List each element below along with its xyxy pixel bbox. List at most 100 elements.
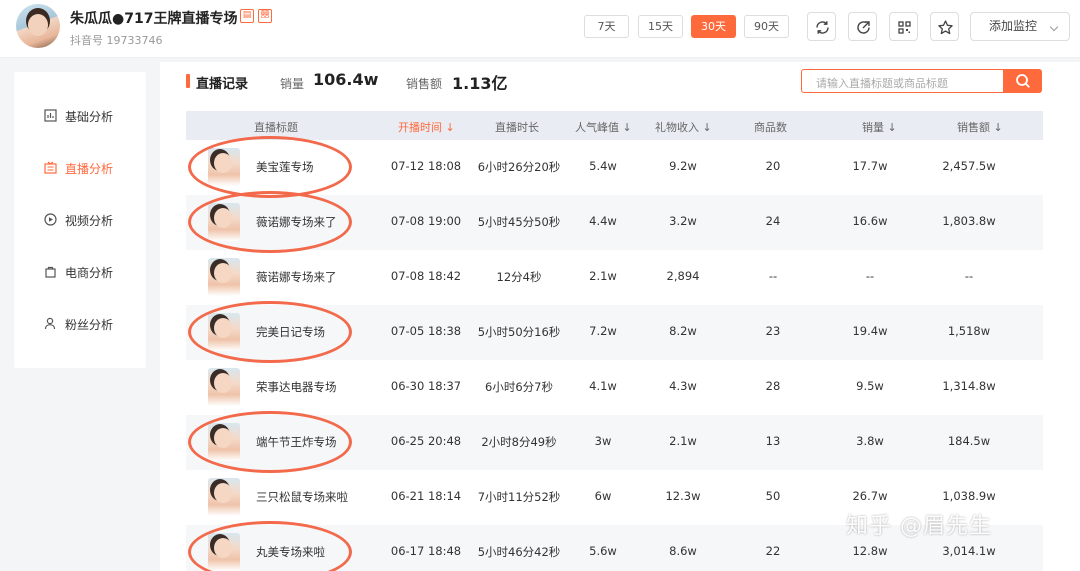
cell-gift-income: 8.2w <box>669 324 697 338</box>
cell-sales: 3.8w <box>856 434 884 448</box>
table-row[interactable]: 美宝莲专场 07-12 18:08 6小时26分20秒 5.4w 9.2w 20 17.7w… <box>186 140 1043 195</box>
live-badge-icon: 囍 <box>258 9 272 23</box>
section-title: 直播记录 <box>196 77 249 92</box>
play-icon <box>44 213 57 226</box>
live-title[interactable]: 端午节王炸专场 <box>256 434 337 450</box>
col-goods[interactable]: 商品数 <box>754 119 787 135</box>
col-revenue[interactable]: 销售额 ↓ <box>957 119 1003 135</box>
share-button[interactable] <box>848 12 877 41</box>
table-row[interactable]: 薇诺娜专场来了 07-08 19:00 5小时45分50秒 4.4w 3.2w 24 16.… <box>186 195 1043 250</box>
sidebar-item-basic[interactable]: 基础分析 <box>14 101 146 131</box>
table-row[interactable]: 薇诺娜专场来了 07-08 18:42 12分4秒 2.1w 2,894 -- -- -- <box>186 250 1043 305</box>
live-title[interactable]: 美宝莲专场 <box>256 159 314 175</box>
douyin-id: 抖音号 19733746 <box>70 34 163 47</box>
range-30d-button[interactable]: 30天 <box>691 15 736 38</box>
live-title[interactable]: 薇诺娜专场来了 <box>256 269 337 285</box>
cell-sales: 16.6w <box>852 214 888 228</box>
live-cover-thumbnail[interactable] <box>208 423 240 461</box>
cell-sales: 9.5w <box>856 379 884 393</box>
live-cover-thumbnail[interactable] <box>208 203 240 241</box>
live-title[interactable]: 完美日记专场 <box>256 324 325 340</box>
cell-revenue: -- <box>964 269 974 283</box>
col-sales[interactable]: 销量 ↓ <box>862 119 897 135</box>
chevron-down-icon <box>1049 22 1059 32</box>
cell-goods-count: 13 <box>765 434 781 448</box>
cell-goods-count: 28 <box>765 379 781 393</box>
revenue-label: 销售额 <box>406 77 443 91</box>
cell-sales: -- <box>865 269 875 283</box>
cell-sales: 17.7w <box>852 159 888 173</box>
streamer-avatar[interactable] <box>16 4 60 48</box>
add-monitor-dropdown[interactable]: 添加监控 <box>970 12 1070 41</box>
live-records-panel: 直播记录 销量 106.4w 销售额 1.13亿 直播标题 开播时间 ↓ 直播时… <box>160 62 1080 571</box>
cell-start-time: 07-12 18:08 <box>390 159 462 173</box>
sales-value: 106.4w <box>313 70 379 89</box>
cell-sales: 26.7w <box>852 489 888 503</box>
table-row[interactable]: 荣事达电器专场 06-30 18:37 6小时6分7秒 4.1w 4.3w 28 9.5w 1… <box>186 360 1043 415</box>
cell-gift-income: 8.6w <box>669 544 697 558</box>
cell-revenue: 2,457.5w <box>942 159 996 173</box>
range-90d-button[interactable]: 90天 <box>744 15 789 38</box>
refresh-button[interactable] <box>807 12 836 41</box>
col-title[interactable]: 直播标题 <box>254 119 298 135</box>
range-7d-button[interactable]: 7天 <box>584 15 629 38</box>
top-header: 朱瓜瓜●717王牌直播专场 ▤ 囍 抖音号 19733746 7天 15天 30… <box>0 0 1080 58</box>
cell-goods-count: 22 <box>765 544 781 558</box>
store-icon: ▤ <box>240 9 254 23</box>
live-cover-thumbnail[interactable] <box>208 313 240 351</box>
cell-start-time: 07-08 19:00 <box>390 214 462 228</box>
search-input[interactable] <box>801 69 1004 93</box>
live-title[interactable]: 丸美专场来啦 <box>256 544 325 560</box>
cell-gift-income: 2,894 <box>666 269 700 283</box>
cell-gift-income: 3.2w <box>669 214 697 228</box>
table-row[interactable]: 完美日记专场 07-05 18:38 5小时50分16秒 7.2w 8.2w 23 19.4… <box>186 305 1043 360</box>
sidebar-item-live[interactable]: 直播分析 <box>14 153 146 183</box>
cell-sales: 12.8w <box>852 544 888 558</box>
star-icon <box>938 20 953 35</box>
col-peak[interactable]: 人气峰值 ↓ <box>575 119 632 135</box>
cell-goods-count: 20 <box>765 159 781 173</box>
search-icon <box>1016 74 1030 88</box>
cell-start-time: 06-17 18:48 <box>390 544 462 558</box>
cell-gift-income: 9.2w <box>669 159 697 173</box>
cell-start-time: 06-25 20:48 <box>390 434 462 448</box>
live-cover-thumbnail[interactable] <box>208 258 240 296</box>
col-gift[interactable]: 礼物收入 ↓ <box>655 119 712 135</box>
cell-goods-count: 24 <box>765 214 781 228</box>
sidebar-item-video[interactable]: 视频分析 <box>14 205 146 235</box>
search-button[interactable] <box>1004 69 1042 93</box>
favorite-button[interactable] <box>930 12 959 41</box>
cell-revenue: 1,038.9w <box>942 489 996 503</box>
cell-start-time: 06-21 18:14 <box>390 489 462 503</box>
range-15d-button[interactable]: 15天 <box>638 15 683 38</box>
live-title[interactable]: 荣事达电器专场 <box>256 379 337 395</box>
sales-label: 销量 <box>280 77 305 91</box>
revenue-value: 1.13亿 <box>452 74 508 93</box>
cell-start-time: 07-05 18:38 <box>390 324 462 338</box>
sidebar-item-fans[interactable]: 粉丝分析 <box>14 309 146 339</box>
watermark: 知乎 @眉先生 <box>846 514 992 539</box>
sidebar-item-ecommerce[interactable]: 电商分析 <box>14 257 146 287</box>
qrcode-button[interactable] <box>889 12 918 41</box>
cell-start-time: 06-30 18:37 <box>390 379 462 393</box>
cell-gift-income: 2.1w <box>669 434 697 448</box>
user-icon <box>44 317 56 330</box>
live-cover-thumbnail[interactable] <box>208 533 240 571</box>
table-row[interactable]: 端午节王炸专场 06-25 20:48 2小时8分49秒 3w 2.1w 13 3.8w 18… <box>186 415 1043 470</box>
cell-goods-count: -- <box>768 269 778 283</box>
live-title[interactable]: 三只松鼠专场来啦 <box>256 489 348 505</box>
live-cover-thumbnail[interactable] <box>208 148 240 186</box>
cell-gift-income: 4.3w <box>669 379 697 393</box>
live-cover-thumbnail[interactable] <box>208 368 240 406</box>
chart-icon <box>44 109 57 122</box>
col-start-time[interactable]: 开播时间 ↓ <box>398 119 455 135</box>
cell-revenue: 1,803.8w <box>942 214 996 228</box>
add-monitor-label: 添加监控 <box>989 19 1038 33</box>
qrcode-icon <box>898 21 911 34</box>
table-header: 直播标题 开播时间 ↓ 直播时长 人气峰值 ↓ 礼物收入 ↓ 商品数 销量 ↓ … <box>186 111 1043 140</box>
cell-revenue: 184.5w <box>947 434 991 448</box>
streamer-name: 朱瓜瓜●717王牌直播专场 <box>70 11 238 27</box>
live-title[interactable]: 薇诺娜专场来了 <box>256 214 337 230</box>
col-duration[interactable]: 直播时长 <box>495 119 539 135</box>
live-cover-thumbnail[interactable] <box>208 478 240 516</box>
